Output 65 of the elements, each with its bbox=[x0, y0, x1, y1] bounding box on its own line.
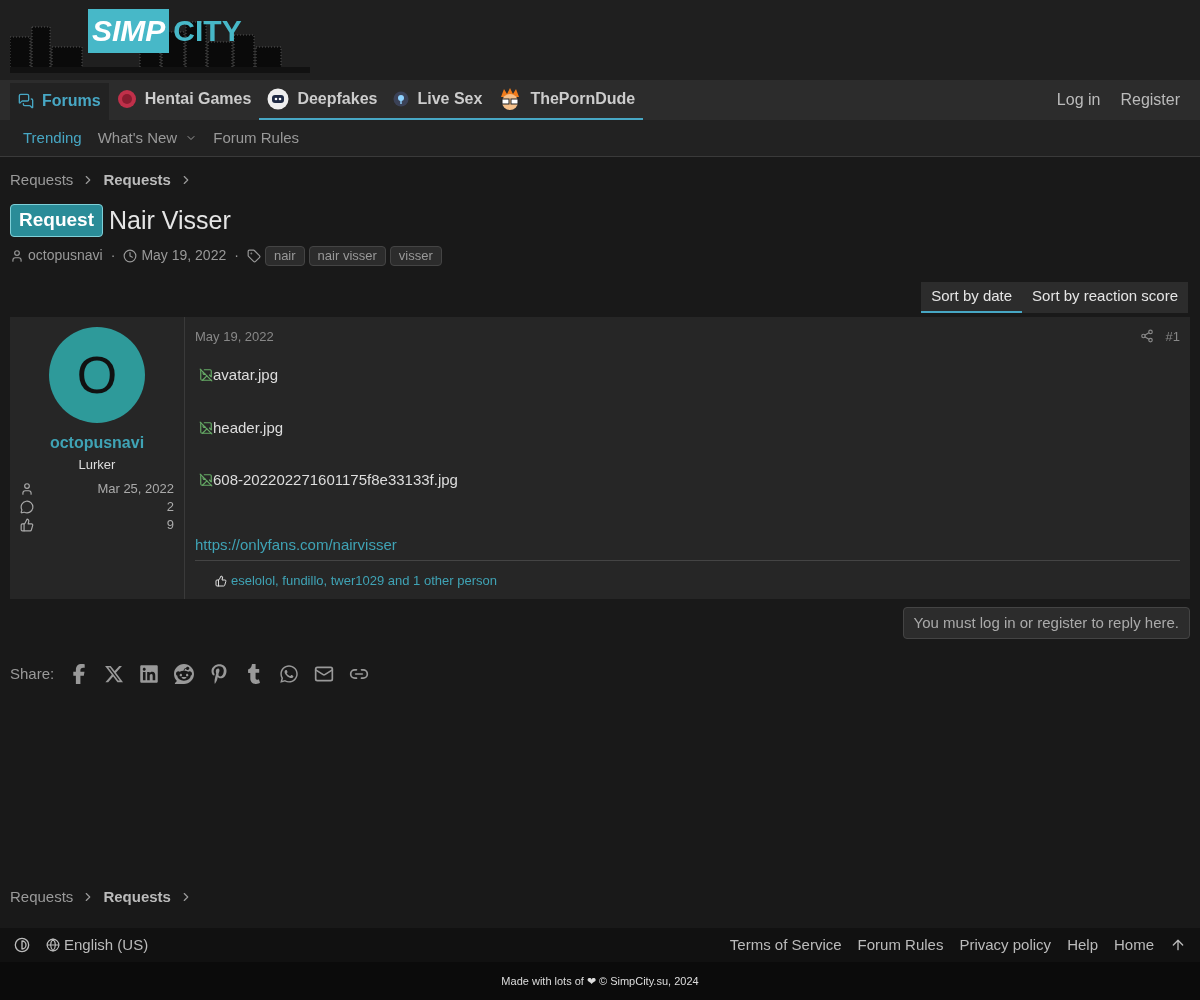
separator-dot: · bbox=[234, 246, 239, 265]
thread-title: Nair Visser bbox=[108, 204, 231, 236]
clock-icon bbox=[123, 248, 138, 263]
footer-link[interactable]: Help bbox=[1067, 933, 1098, 957]
thread-date: May 19, 2022 bbox=[141, 246, 227, 265]
footer-link[interactable]: Privacy policy bbox=[959, 933, 1052, 957]
globe-icon bbox=[46, 938, 60, 952]
account-link[interactable]: Log in bbox=[1046, 80, 1111, 120]
author-link[interactable]: octopusnavi bbox=[28, 245, 103, 266]
sort-tab[interactable]: Sort by reaction score bbox=[1022, 282, 1188, 313]
share-label: Share: bbox=[10, 664, 55, 684]
separator-dot: · bbox=[110, 246, 116, 265]
logo-word: CITY bbox=[173, 13, 242, 49]
account-link[interactable]: Register bbox=[1110, 80, 1190, 120]
location-pin-icon bbox=[393, 91, 410, 107]
scroll-top-icon[interactable] bbox=[1170, 937, 1186, 953]
subnav-link[interactable]: Trending bbox=[23, 126, 82, 150]
username-link[interactable]: octopusnavi bbox=[49, 430, 145, 455]
tag-chip[interactable]: visser bbox=[389, 245, 442, 266]
breadcrumb-link[interactable]: Requests bbox=[10, 885, 74, 908]
tag-icon bbox=[246, 248, 261, 263]
user-role: Lurker bbox=[78, 455, 116, 474]
reaction-icon bbox=[215, 574, 227, 587]
theme-toggle-icon[interactable] bbox=[14, 937, 30, 953]
request-prefix-label: Request bbox=[10, 204, 103, 237]
sort-tab[interactable]: Sort by date bbox=[921, 282, 1023, 313]
profile-link[interactable]: https://onlyfans.com/nairvisser bbox=[195, 533, 1180, 556]
user-icon bbox=[20, 482, 34, 496]
login-to-reply-button[interactable]: You must log in or register to reply here. bbox=[902, 606, 1190, 639]
subnav-link[interactable]: What's New bbox=[97, 126, 198, 150]
tag-chip[interactable]: nair bbox=[264, 245, 305, 266]
post-date: May 19, 2022 bbox=[195, 327, 274, 346]
breadcrumb-link[interactable]: Requests bbox=[103, 885, 171, 908]
footer-link[interactable]: Forum Rules bbox=[857, 933, 944, 957]
whatsapp-share-icon[interactable] bbox=[279, 664, 300, 685]
chat-bubbles-icon bbox=[18, 92, 34, 109]
email-share-icon[interactable] bbox=[314, 664, 335, 685]
user-stat-value: 9 bbox=[166, 516, 174, 535]
linkedin-share-icon[interactable] bbox=[139, 664, 160, 685]
subnav-link[interactable]: Forum Rules bbox=[213, 126, 300, 150]
user-icon bbox=[10, 248, 24, 263]
reddit-share-icon[interactable] bbox=[174, 664, 195, 685]
broken-image: 608-202202271601175f8e33133f.jpg bbox=[199, 469, 1180, 492]
reactions-link[interactable]: eselolol, fundillo, twer1029 and 1 other person bbox=[231, 571, 497, 591]
post-number-link[interactable]: #1 bbox=[1165, 326, 1180, 346]
breadcrumb-link[interactable]: Requests bbox=[10, 169, 74, 192]
tag-chip[interactable]: nair visser bbox=[308, 245, 386, 266]
language-link[interactable]: English (US) bbox=[46, 933, 149, 957]
speech-bubble-icon bbox=[20, 500, 34, 514]
footer-link[interactable]: Terms of Service bbox=[729, 933, 842, 957]
copyright-text: Made with lots of ❤ © SimpCity.su, 2024 bbox=[501, 973, 699, 989]
nav-tab[interactable]: Forums bbox=[10, 83, 109, 120]
share-icon[interactable] bbox=[1139, 329, 1154, 344]
robot-face-icon bbox=[267, 88, 290, 110]
x-share-icon[interactable] bbox=[104, 664, 125, 685]
thumbs-up-icon bbox=[20, 518, 34, 532]
nav-tab[interactable]: Hentai Games bbox=[108, 80, 260, 120]
logo-word: SIMP bbox=[88, 9, 170, 53]
user-stat-value: Mar 25, 2022 bbox=[97, 480, 174, 499]
user-stat-value: 2 bbox=[166, 498, 174, 517]
broken-image: avatar.jpg bbox=[199, 364, 1180, 387]
round-badge-icon bbox=[116, 89, 137, 109]
footer-link[interactable]: Home bbox=[1114, 933, 1154, 957]
broken-image: header.jpg bbox=[199, 416, 1180, 439]
breadcrumb-link[interactable]: Requests bbox=[103, 169, 171, 192]
